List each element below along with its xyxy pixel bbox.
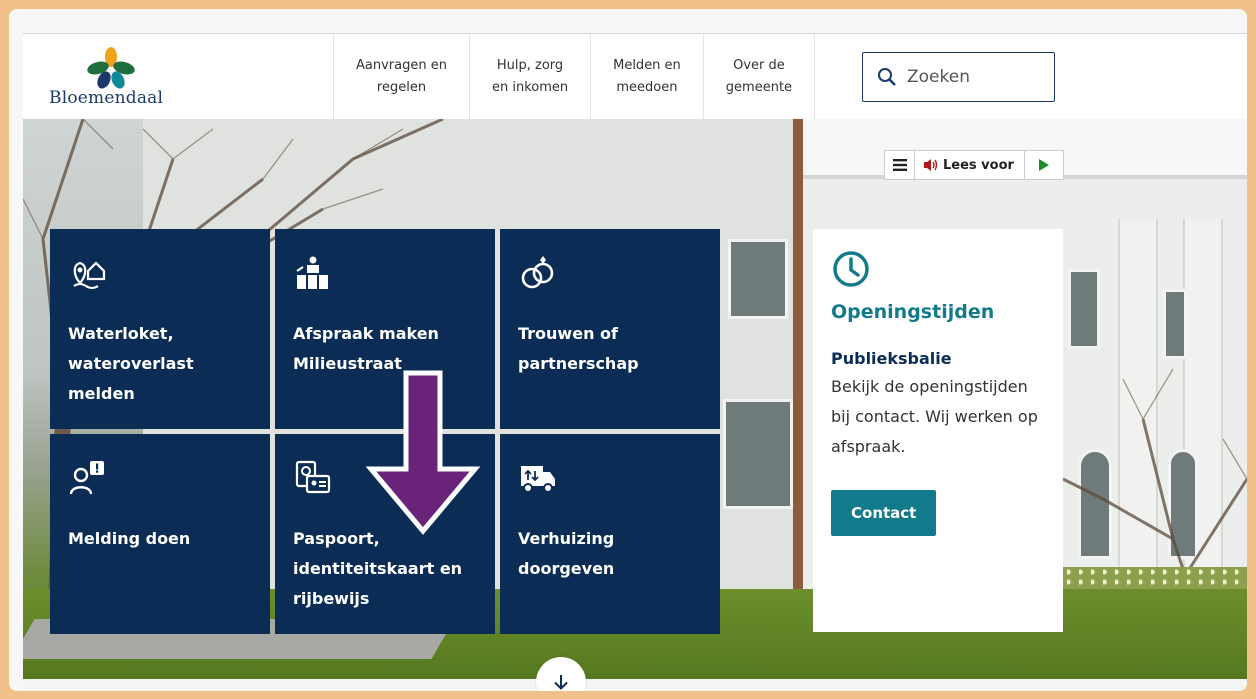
speaker-icon xyxy=(924,159,938,171)
opening-hours-title: Openingstijden xyxy=(831,301,995,323)
nav-label: gemeente xyxy=(725,80,793,95)
rings-icon xyxy=(521,256,554,289)
page: Bloemendaal Aanvragen en regelen Hulp, zo… xyxy=(23,33,1247,691)
annotation-arrow xyxy=(365,370,481,535)
screenshot-frame: Bloemendaal Aanvragen en regelen Hulp, zo… xyxy=(9,9,1247,691)
logo-text: Bloemendaal xyxy=(49,88,164,108)
search-input[interactable]: Zoeken xyxy=(862,52,1055,102)
tile-label: Melding doen xyxy=(68,529,191,548)
site-header: Bloemendaal Aanvragen en regelen Hulp, zo… xyxy=(23,33,1247,120)
tile-verhuizing[interactable]: Verhuizing doorgeven xyxy=(500,434,720,634)
nav-label: Melden en xyxy=(613,58,681,73)
tile-waterloket[interactable]: Waterloket, wateroverlast melden xyxy=(50,229,270,429)
tile-label: Verhuizing doorgeven xyxy=(518,529,615,578)
tile-trouwen[interactable]: Trouwen of partnerschap xyxy=(500,229,720,429)
search-icon xyxy=(878,68,896,86)
play-icon xyxy=(1039,159,1049,171)
person-report-icon xyxy=(69,461,104,495)
hamburger-icon xyxy=(892,159,907,171)
water-location-icon xyxy=(73,261,106,289)
hero-bottom-strip xyxy=(23,679,1247,691)
recycling-containers-icon xyxy=(296,256,328,289)
reader-menu-button[interactable] xyxy=(885,151,915,179)
tile-label: Trouwen of partnerschap xyxy=(518,324,639,373)
tile-label: Waterloket, wateroverlast melden xyxy=(68,324,194,403)
opening-hours-panel: Openingstijden Publieksbalie Bekijk de o… xyxy=(813,229,1063,632)
tile-melding[interactable]: Melding doen xyxy=(50,434,270,634)
read-aloud-widget: Lees voor xyxy=(884,150,1064,180)
read-aloud-button[interactable]: Lees voor xyxy=(915,151,1025,179)
moving-truck-icon xyxy=(521,466,555,493)
nav-item-hulp[interactable]: Hulp, zorg en inkomen xyxy=(468,34,590,120)
search-placeholder: Zoeken xyxy=(907,67,970,87)
clock-icon xyxy=(833,251,869,287)
nav-item-over[interactable]: Over de gemeente xyxy=(702,34,816,120)
play-button[interactable] xyxy=(1025,151,1063,179)
nav-label: regelen xyxy=(376,80,427,95)
flower-logo-icon xyxy=(87,47,135,89)
nav-label: meedoen xyxy=(616,80,678,95)
nav-label: Aanvragen en xyxy=(356,58,447,73)
id-documents-icon xyxy=(295,460,331,494)
main-nav: Aanvragen en regelen Hulp, zorg en inkomen… xyxy=(333,34,816,120)
contact-button[interactable]: Contact xyxy=(831,490,937,536)
nav-item-melden[interactable]: Melden en meedoen xyxy=(590,34,703,120)
nav-item-aanvragen[interactable]: Aanvragen en regelen xyxy=(333,34,469,120)
logo[interactable]: Bloemendaal xyxy=(49,46,169,112)
read-aloud-label: Lees voor xyxy=(943,157,1014,173)
opening-hours-subtitle: Publieksbalie xyxy=(831,349,952,368)
nav-label: en inkomen xyxy=(491,80,569,95)
nav-label: Over de xyxy=(733,58,785,73)
arrow-down-icon xyxy=(554,675,568,690)
nav-label: Hulp, zorg xyxy=(496,58,564,73)
hero-image: Lees voor Waterloket, wateroverlast meld… xyxy=(23,119,1247,679)
opening-hours-text: Bekijk de openingstijden bij contact. Wi… xyxy=(831,377,1038,456)
